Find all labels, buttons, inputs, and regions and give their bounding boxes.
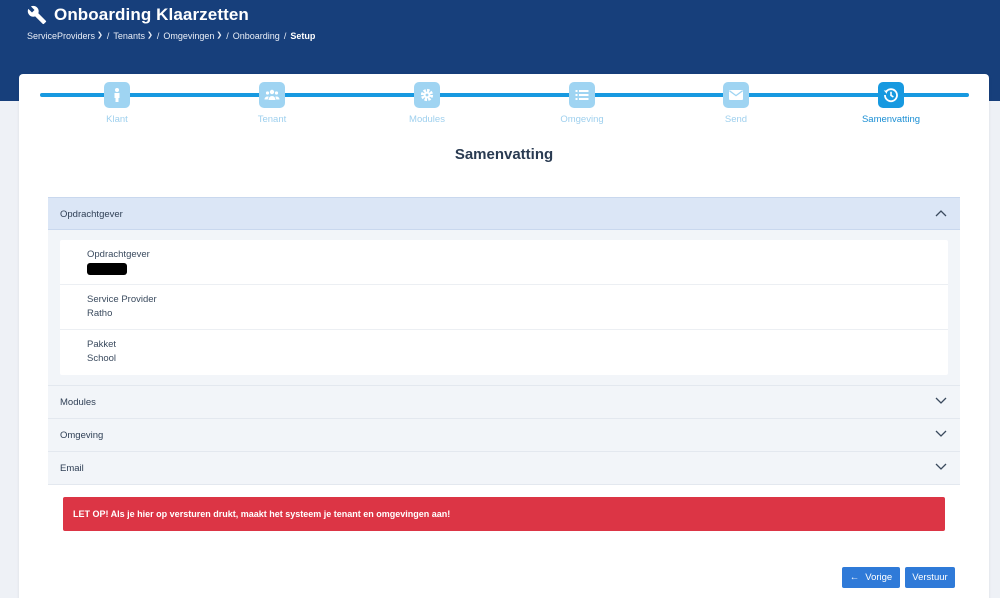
send-button[interactable]: Verstuur xyxy=(905,567,955,588)
history-icon xyxy=(878,82,904,108)
chevron-down-icon xyxy=(935,397,947,404)
previous-button[interactable]: ← Vorige xyxy=(842,567,900,588)
chevron-up-icon xyxy=(935,210,947,217)
accordion-header-omgeving[interactable]: Omgeving xyxy=(48,419,960,452)
step-samenvatting[interactable]: Samenvatting xyxy=(831,82,951,125)
chevron-down-icon xyxy=(935,463,947,470)
accordion-title: Email xyxy=(60,463,84,474)
accordion-title: Modules xyxy=(60,397,96,408)
users-icon xyxy=(259,82,285,108)
breadcrumb-tenants[interactable]: Tenants ❯ xyxy=(113,31,152,41)
wizard-card: Klant Tenant Modules Omgeving Send Samen… xyxy=(19,74,989,598)
wizard-stepper: Klant Tenant Modules Omgeving Send Samen… xyxy=(19,74,989,134)
step-klant[interactable]: Klant xyxy=(57,82,177,125)
person-icon xyxy=(104,82,130,108)
breadcrumb-serviceproviders[interactable]: ServiceProviders ❯ xyxy=(27,31,103,41)
gear-icon xyxy=(414,82,440,108)
step-tenant[interactable]: Tenant xyxy=(212,82,332,125)
summary-accordion: Opdrachtgever Opdrachtgever Service Prov… xyxy=(48,197,960,485)
chevron-down-icon xyxy=(935,430,947,437)
accordion-title: Omgeving xyxy=(60,430,104,441)
item-value: Ratho xyxy=(87,308,113,319)
page-title: Samenvatting xyxy=(454,146,554,163)
breadcrumb-setup: Setup xyxy=(290,31,316,41)
list-item: Service Provider Ratho xyxy=(60,285,948,330)
chevron-down-icon: ❯ xyxy=(216,32,223,39)
warning-alert: LET OP! Als je hier op versturen drukt, … xyxy=(63,497,945,531)
list-item: Opdrachtgever xyxy=(60,240,948,285)
step-modules[interactable]: Modules xyxy=(367,82,487,125)
breadcrumb: ServiceProviders ❯ / Tenants ❯ / Omgevinge… xyxy=(27,31,316,41)
stepper-track xyxy=(40,93,969,97)
breadcrumb-omgevingen[interactable]: Omgevingen ❯ xyxy=(163,31,222,41)
accordion-title: Opdrachtgever xyxy=(60,209,123,220)
accordion-body-opdrachtgever: Opdrachtgever Service Provider Ratho Pak… xyxy=(48,230,960,386)
list-icon xyxy=(569,82,595,108)
chevron-down-icon: ❯ xyxy=(97,32,103,39)
accordion-header-modules[interactable]: Modules xyxy=(48,386,960,419)
step-send[interactable]: Send xyxy=(676,82,796,125)
arrow-left-icon: ← xyxy=(849,572,860,583)
item-label: Pakket xyxy=(87,339,117,350)
chevron-down-icon: ❯ xyxy=(146,32,153,39)
item-label: Opdrachtgever xyxy=(87,249,150,260)
summary-list: Opdrachtgever Service Provider Ratho Pak… xyxy=(60,240,948,375)
envelope-icon xyxy=(723,82,749,108)
wrench-icon xyxy=(27,5,47,25)
step-omgeving[interactable]: Omgeving xyxy=(522,82,642,125)
app-title: Onboarding Klaarzetten xyxy=(27,5,249,25)
item-value: School xyxy=(87,353,117,364)
breadcrumb-onboarding[interactable]: Onboarding xyxy=(233,31,280,41)
accordion-header-opdrachtgever[interactable]: Opdrachtgever xyxy=(48,197,960,230)
list-item: Pakket School xyxy=(60,330,948,375)
accordion-header-email[interactable]: Email xyxy=(48,452,960,485)
page-heading: Onboarding Klaarzetten xyxy=(54,5,249,24)
redacted-value xyxy=(87,263,127,275)
item-label: Service Provider xyxy=(87,294,157,305)
